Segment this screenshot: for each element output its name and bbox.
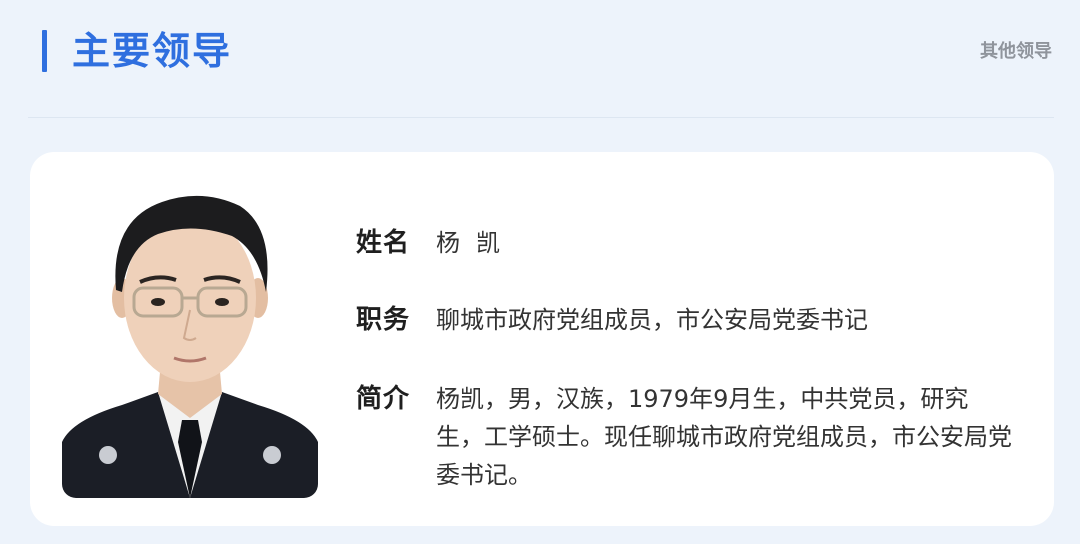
page-title: 主要领导 <box>72 29 233 73</box>
portrait-image <box>62 180 318 498</box>
position-label: 职务 <box>356 305 411 335</box>
name-value: 杨凯 <box>436 229 516 257</box>
leader-info: 姓名 杨凯 职务 聊城市政府党组成员，市公安局党委书记 简介 杨凯，男，汉族，1… <box>356 152 1016 526</box>
header-divider <box>28 117 1054 118</box>
other-leaders-link[interactable]: 其他领导 <box>980 40 1052 64</box>
name-label: 姓名 <box>356 228 411 258</box>
leader-card: 姓名 杨凯 职务 聊城市政府党组成员，市公安局党委书记 简介 杨凯，男，汉族，1… <box>30 152 1054 526</box>
position-value: 聊城市政府党组成员，市公安局党委书记 <box>436 306 868 334</box>
bio-label: 简介 <box>356 384 411 414</box>
leader-photo <box>62 180 318 498</box>
section-header: 主要领导 其他领导 <box>0 0 1080 118</box>
bio-value: 杨凯，男，汉族，1979年9月生，中共党员，研究生，工学硕士。现任聊城市政府党组… <box>436 385 1012 489</box>
title-accent-bar <box>42 30 47 72</box>
